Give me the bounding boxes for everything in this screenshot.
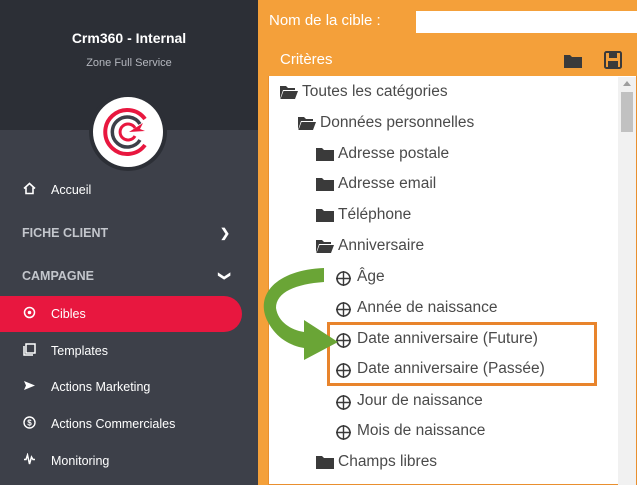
app-logo[interactable] xyxy=(93,97,163,167)
tree-node-label: Toutes les catégories xyxy=(302,83,448,100)
folder-open-icon xyxy=(298,116,316,131)
tree-node-label: Jour de naissance xyxy=(357,392,483,409)
sidebar-item-label: Templates xyxy=(51,344,108,358)
sidebar-item-label: Accueil xyxy=(51,183,92,197)
target-icon xyxy=(22,306,36,320)
target-name-input[interactable] xyxy=(416,11,637,33)
sidebar-item-cibles[interactable]: Cibles xyxy=(0,296,242,332)
tree-node-label: Adresse postale xyxy=(338,145,450,162)
template-icon xyxy=(22,343,36,357)
folder-open-icon xyxy=(280,85,298,100)
sidebar-item-actions-marketing[interactable]: Actions Marketing xyxy=(0,369,242,405)
section-label: FICHE CLIENT xyxy=(22,226,109,240)
svg-text:$: $ xyxy=(27,419,32,428)
chevron-down-icon: ❯ xyxy=(218,270,233,282)
crosshair-icon xyxy=(335,394,353,410)
target-name-label: Nom de la cible : xyxy=(269,12,381,29)
folder-icon xyxy=(316,147,334,162)
tree-node-label: Mois de naissance xyxy=(357,422,486,439)
highlight-box xyxy=(327,322,597,386)
sidebar-item-accueil[interactable]: Accueil xyxy=(0,172,242,208)
dollar-icon: $ xyxy=(22,416,36,430)
tree-node-label: Champs libres xyxy=(338,453,438,470)
sidebar-item-actions-commerciales[interactable]: $ Actions Commerciales xyxy=(0,406,242,442)
chevron-right-icon: ❯ xyxy=(220,226,231,240)
send-icon xyxy=(22,379,36,393)
annotation-arrow-icon xyxy=(263,268,338,360)
folder-icon xyxy=(316,208,334,223)
home-icon xyxy=(22,182,36,196)
logo-icon xyxy=(103,108,147,156)
tree-scrollbar[interactable] xyxy=(618,77,636,485)
sidebar-item-label: Actions Commerciales xyxy=(51,417,176,431)
folder-icon[interactable] xyxy=(564,53,582,68)
scroll-thumb[interactable] xyxy=(621,92,633,132)
folder-icon xyxy=(316,455,334,470)
app-subtitle: Zone Full Service xyxy=(86,57,172,69)
sidebar-item-monitoring[interactable]: Monitoring xyxy=(0,443,242,479)
tree-node-label: Âge xyxy=(357,268,385,285)
sidebar-item-label: Cibles xyxy=(51,307,86,321)
section-label: CAMPAGNE xyxy=(22,269,94,283)
tree-node-label: Téléphone xyxy=(338,206,412,223)
folder-open-icon xyxy=(316,239,334,254)
tree-node-label: Anniversaire xyxy=(338,237,425,254)
sidebar-section-campagne[interactable]: CAMPAGNE ❯ xyxy=(22,269,232,283)
sidebar-item-label: Monitoring xyxy=(51,454,110,468)
folder-icon xyxy=(316,177,334,192)
tree-node-label: Année de naissance xyxy=(357,299,498,316)
criteria-title: Critères xyxy=(280,51,333,68)
sidebar-section-fiche-client[interactable]: FICHE CLIENT ❯ xyxy=(22,226,230,240)
sidebar-item-templates[interactable]: Templates xyxy=(0,333,242,369)
tree-node-label: Données personnelles xyxy=(320,114,475,131)
app-title: Crm360 - Internal xyxy=(71,30,187,46)
sidebar-item-label: Actions Marketing xyxy=(51,380,151,394)
scroll-up-icon[interactable] xyxy=(623,81,631,86)
save-icon[interactable] xyxy=(604,51,622,69)
tree-node-label: Adresse email xyxy=(338,175,437,192)
monitoring-icon xyxy=(22,452,36,467)
crosshair-icon xyxy=(335,424,353,440)
